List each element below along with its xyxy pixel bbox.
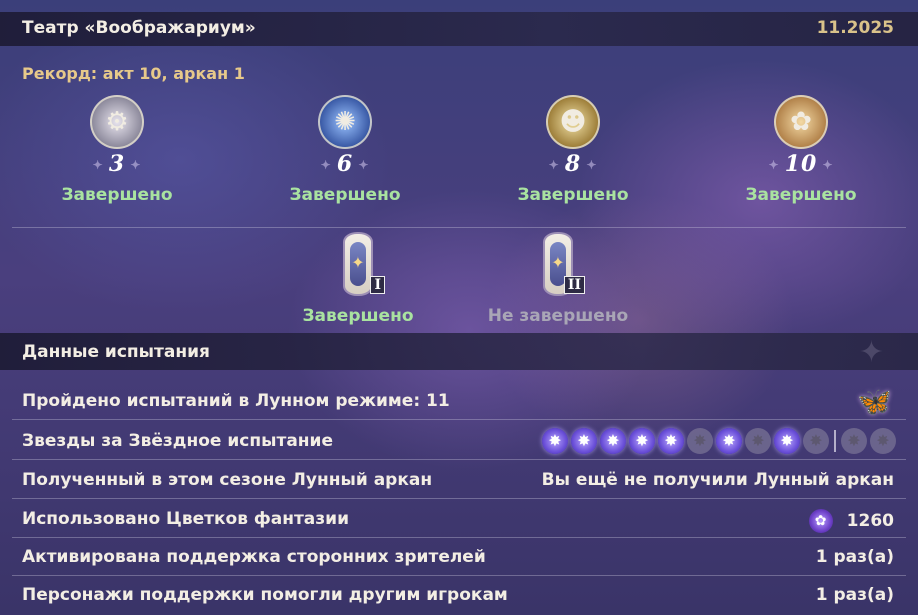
- stat-label: Пройдено испытаний в Лунном режиме: 11: [22, 391, 450, 411]
- butterfly-icon: 🦋: [857, 385, 892, 418]
- divider: [12, 227, 906, 228]
- stat-value: 1 раз(а): [815, 585, 894, 605]
- stat-row-flowers: Использовано Цветков фантазии ✿ 1260: [0, 500, 918, 538]
- cards-row: ✦ I Завершено ✦ II Не завершено: [0, 232, 918, 327]
- stat-value: 1 раз(а): [815, 547, 894, 567]
- arcana-status: Завершено: [517, 185, 629, 205]
- stat-label: Персонажи поддержки помогли другим игрок…: [22, 585, 508, 605]
- arcana-number: 3: [108, 151, 126, 177]
- stat-value: 1260: [846, 511, 894, 531]
- record-text: Рекорд: акт 10, аркан 1: [22, 64, 245, 83]
- arcana-status: Завершено: [745, 185, 857, 205]
- header-bar: Театр «Воображариум» 11.2025: [0, 12, 918, 46]
- mechanical-figure-portrait-icon: ⚙: [90, 95, 144, 149]
- card-status: Завершено: [302, 306, 414, 326]
- arcana-card-icon: ✦ I: [343, 232, 385, 296]
- arcana-card-icon: ✦ II: [543, 232, 585, 296]
- stat-label: Использовано Цветков фантазии: [22, 509, 349, 529]
- stat-label: Полученный в этом сезоне Лунный аркан: [22, 470, 433, 490]
- blue-flame-portrait-icon: ✺: [318, 95, 372, 149]
- arcana-card-item[interactable]: ✦ II Не завершено: [473, 232, 643, 326]
- stat-row-support-activated: Активирована поддержка сторонних зрителе…: [0, 538, 918, 576]
- card-roman-numeral: I: [370, 276, 385, 294]
- star-empty-icon: ✸: [687, 428, 713, 454]
- theater-summary-panel: Театр «Воображариум» 11.2025 Рекорд: акт…: [0, 0, 918, 615]
- arcana-item[interactable]: ✺ ✦ 6 ✦ Завершено: [255, 95, 435, 205]
- stat-row-lunar-mode: Пройдено испытаний в Лунном режиме: 11 🦋: [0, 382, 918, 420]
- fantasy-flower-icon: ✿: [808, 509, 833, 533]
- star-filled-icon: ✸: [774, 428, 800, 454]
- card-status: Не завершено: [487, 306, 629, 326]
- stat-label: Звезды за Звёздное испытание: [22, 431, 333, 451]
- stat-row-stars: Звезды за Звёздное испытание ✸ ✸ ✸ ✸ ✸ ✸ ✸ ✸ ✸ ✸ ✸…: [0, 422, 918, 460]
- ornament-icon: ✦: [858, 335, 884, 370]
- star-empty-icon: ✸: [803, 428, 829, 454]
- star-empty-icon: ✸: [870, 428, 896, 454]
- arcana-item[interactable]: ✿ ✦ 10 ✦ Завершено: [711, 95, 891, 205]
- star-empty-icon: ✸: [745, 428, 771, 454]
- arcana-card-item[interactable]: ✦ I Завершено: [273, 232, 443, 326]
- section-title: Данные испытания: [22, 342, 210, 362]
- star-filled-icon: ✸: [658, 428, 684, 454]
- star-filled-icon: ✸: [629, 428, 655, 454]
- arcana-item[interactable]: ⚙ ✦ 3 ✦ Завершено: [27, 95, 207, 205]
- star-filled-icon: ✸: [716, 428, 742, 454]
- star-rating: ✸ ✸ ✸ ✸ ✸ ✸ ✸ ✸ ✸ ✸ ✸ ✸: [542, 428, 896, 454]
- page-title: Театр «Воображариум»: [22, 18, 256, 38]
- masked-creature-portrait-icon: ☻: [546, 95, 600, 149]
- stat-label: Активирована поддержка сторонних зрителе…: [22, 547, 486, 567]
- arcana-status: Завершено: [61, 185, 173, 205]
- stat-row-support-helped: Персонажи поддержки помогли другим игрок…: [0, 576, 918, 614]
- season-date: 11.2025: [816, 18, 894, 38]
- star-filled-icon: ✸: [600, 428, 626, 454]
- star-filled-icon: ✸: [571, 428, 597, 454]
- arcana-row: ⚙ ✦ 3 ✦ Завершено ✺ ✦ 6 ✦ Завершено ☻ ✦ …: [0, 95, 918, 215]
- card-roman-numeral: II: [563, 276, 585, 294]
- arcana-number: 8: [564, 151, 582, 177]
- star-filled-icon: ✸: [542, 428, 568, 454]
- arcana-number: 10: [784, 151, 818, 177]
- stat-row-lunar-arcana: Полученный в этом сезоне Лунный аркан Вы…: [0, 461, 918, 499]
- section-header: Данные испытания ✦: [0, 333, 918, 370]
- golden-beast-portrait-icon: ✿: [774, 95, 828, 149]
- arcana-item[interactable]: ☻ ✦ 8 ✦ Завершено: [483, 95, 663, 205]
- stat-value: Вы ещё не получили Лунный аркан: [541, 470, 894, 490]
- star-empty-icon: ✸: [841, 428, 867, 454]
- star-separator: [834, 430, 836, 452]
- arcana-number: 6: [336, 151, 354, 177]
- arcana-status: Завершено: [289, 185, 401, 205]
